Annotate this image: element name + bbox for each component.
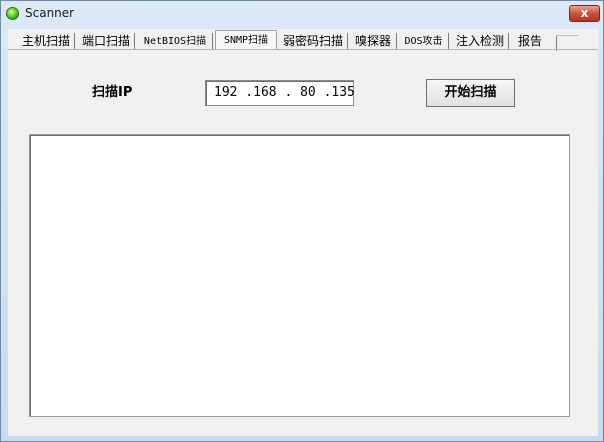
app-icon [6,7,19,20]
tab-strip: 主机扫描 端口扫描 NetBIOS扫描 SNMP扫描 弱密码扫描 嗅探器 DOS… [8,29,598,53]
tab-host-scan[interactable]: 主机扫描 [18,33,75,50]
close-button[interactable]: x [569,5,600,22]
close-icon: x [580,6,589,20]
tab-dos-attack[interactable]: DOS攻击 [399,33,449,50]
tab-report[interactable]: 报告 [512,33,548,50]
tab-divider [8,49,598,50]
scan-ip-label: 扫描IP [92,85,133,100]
tab-port-scan[interactable]: 端口扫描 [78,33,135,50]
title-bar[interactable]: Scanner x [1,1,603,27]
scanner-window: Scanner x 主机扫描 端口扫描 NetBIOS扫描 SNMP扫描 弱密码… [0,0,604,442]
ip-address-input[interactable]: 192 .168 . 80 .135 [205,80,355,106]
tab-snmp-scan[interactable]: SNMP扫描 [215,30,277,49]
tab-injection-detect[interactable]: 注入检测 [452,33,509,50]
scan-output-textarea[interactable] [29,134,570,417]
client-area: 主机扫描 端口扫描 NetBIOS扫描 SNMP扫描 弱密码扫描 嗅探器 DOS… [8,29,598,436]
window-title: Scanner [25,6,75,20]
tab-sniffer[interactable]: 嗅探器 [350,33,397,50]
start-scan-button[interactable]: 开始扫描 [426,79,515,107]
tab-netbios-scan[interactable]: NetBIOS扫描 [138,33,213,50]
tab-weak-password-scan[interactable]: 弱密码扫描 [279,33,348,50]
